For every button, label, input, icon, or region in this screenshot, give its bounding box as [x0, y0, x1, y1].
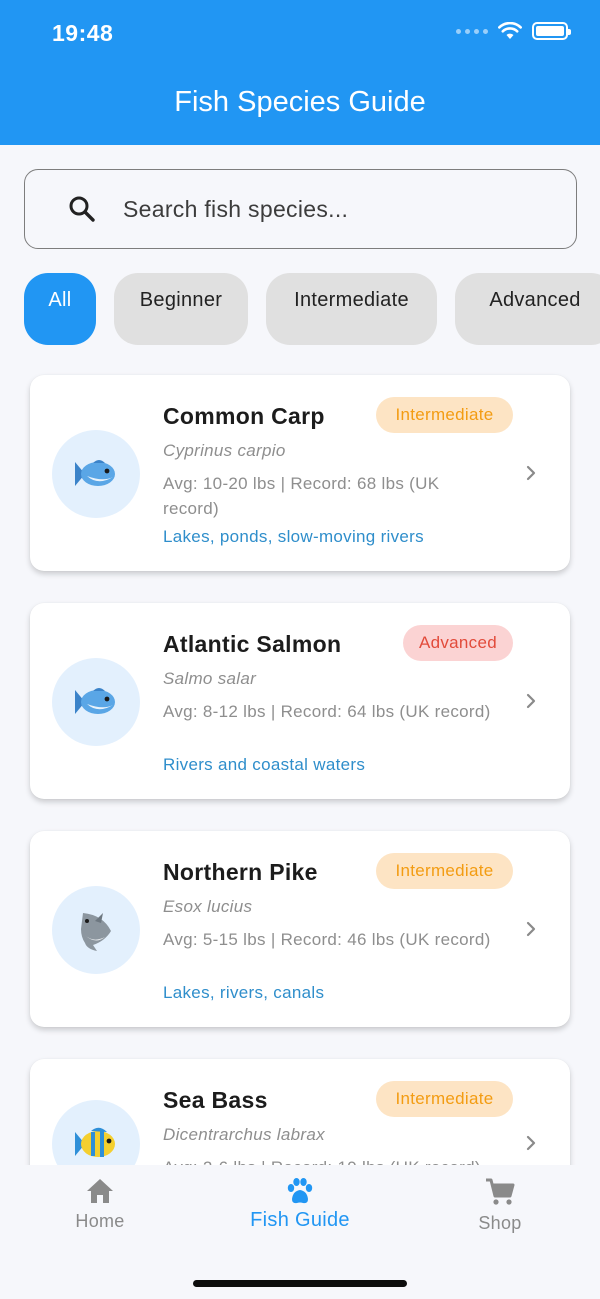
search-icon	[69, 196, 95, 222]
status-icons	[456, 22, 571, 40]
scientific-name: Salmo salar	[163, 669, 257, 688]
filter-chip-intermediate[interactable]: Intermediate	[266, 273, 437, 345]
blue-fish-icon	[75, 460, 115, 486]
fish-name: Common Carp	[163, 403, 325, 429]
fish-avatar	[52, 658, 140, 746]
fish-card-atlantic-salmon[interactable]: Atlantic Salmon Advanced Salmo salar Avg…	[30, 603, 570, 799]
scientific-name: Esox lucius	[163, 897, 253, 916]
fish-avatar	[52, 430, 140, 518]
chevron-right-icon	[526, 921, 536, 937]
home-indicator[interactable]	[193, 1280, 407, 1287]
nav-item-shop[interactable]: Shop	[420, 1177, 580, 1234]
difficulty-filter-chips: All Beginner Intermediate Advanced	[24, 273, 600, 345]
cart-icon	[486, 1178, 515, 1205]
signal-icon	[456, 28, 488, 34]
chevron-right-icon	[526, 465, 536, 481]
fish-name: Northern Pike	[163, 859, 318, 885]
fish-habitat: Lakes, rivers, canals	[163, 983, 325, 1002]
paw-icon	[287, 1178, 313, 1204]
difficulty-badge: Advanced	[403, 625, 513, 661]
filter-chip-advanced[interactable]: Advanced	[455, 273, 600, 345]
app-bar: 19:48 Fish Species Guide	[0, 0, 600, 145]
fish-species-list[interactable]: Common Carp Intermediate Cyprinus carpio…	[0, 365, 600, 1165]
page-title: Fish Species Guide	[174, 86, 426, 118]
fish-name: Sea Bass	[163, 1087, 268, 1113]
fish-avatar	[52, 1100, 140, 1165]
nav-item-home[interactable]: Home	[20, 1177, 180, 1232]
nav-label-home: Home	[75, 1211, 125, 1231]
scientific-name: Dicentrarchus labrax	[163, 1125, 325, 1144]
difficulty-badge: Intermediate	[376, 1081, 513, 1117]
fish-size-stats: Avg: 2-6 lbs | Record: 19 lbs (UK record…	[163, 1155, 563, 1165]
fish-size-stats: Avg: 8-12 lbs | Record: 64 lbs (UK recor…	[163, 702, 491, 721]
fish-size-stats: Avg: 10-20 lbs | Record: 68 lbs (UK reco…	[163, 474, 440, 518]
fish-avatar	[52, 886, 140, 974]
chevron-right-icon	[526, 1135, 536, 1151]
status-time: 19:48	[52, 20, 114, 46]
search-field[interactable]	[24, 169, 577, 249]
tropical-fish-icon	[75, 1127, 115, 1157]
search-input[interactable]	[123, 195, 523, 223]
battery-icon	[532, 22, 571, 40]
nav-label-shop: Shop	[478, 1213, 522, 1233]
filter-chip-beginner[interactable]: Beginner	[114, 273, 248, 345]
fish-card-northern-pike[interactable]: Northern Pike Intermediate Esox lucius A…	[30, 831, 570, 1027]
home-icon	[87, 1179, 113, 1203]
shark-icon	[81, 913, 111, 951]
fish-habitat: Lakes, ponds, slow-moving rivers	[163, 527, 424, 546]
scientific-name: Cyprinus carpio	[163, 441, 286, 460]
bottom-navigation: Home Fish Guide Shop	[0, 1165, 600, 1299]
fish-card-sea-bass[interactable]: Sea Bass Intermediate Dicentrarchus labr…	[30, 1059, 570, 1165]
nav-item-fish-guide[interactable]: Fish Guide	[220, 1177, 380, 1232]
nav-label-fish-guide: Fish Guide	[250, 1209, 350, 1231]
fish-name: Atlantic Salmon	[163, 631, 342, 657]
chevron-right-icon	[526, 693, 536, 709]
difficulty-badge: Intermediate	[376, 853, 513, 889]
wifi-icon	[498, 22, 522, 39]
blue-fish-icon	[75, 688, 115, 714]
fish-habitat: Rivers and coastal waters	[163, 755, 366, 774]
fish-card-common-carp[interactable]: Common Carp Intermediate Cyprinus carpio…	[30, 375, 570, 571]
difficulty-badge: Intermediate	[376, 397, 513, 433]
filter-chip-all[interactable]: All	[24, 273, 96, 345]
fish-size-stats: Avg: 5-15 lbs | Record: 46 lbs (UK recor…	[163, 930, 491, 949]
